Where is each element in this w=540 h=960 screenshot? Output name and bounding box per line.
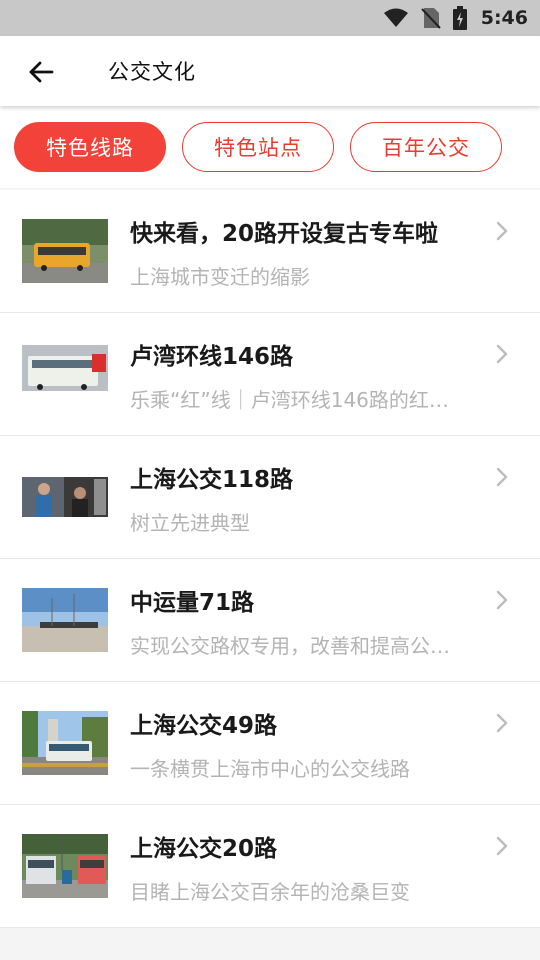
item-title: 上海公交49路 [130, 713, 278, 739]
item-title: 快来看，20路开设复古专车啦 [130, 221, 439, 247]
thumbnail-image [22, 342, 108, 406]
chevron-right-icon [494, 343, 510, 365]
no-sim-icon [421, 7, 441, 29]
status-bar: 5:46 [0, 0, 540, 36]
arrow-left-icon [29, 61, 54, 83]
tab-featured-stations[interactable]: 特色站点 [182, 122, 334, 172]
chevron-right-icon [494, 589, 510, 611]
item-title: 上海公交20路 [130, 836, 278, 862]
thumbnail-image [22, 465, 108, 529]
thumbnail-image [22, 834, 108, 898]
item-subtitle: 目睹上海公交百余年的沧桑巨变 [130, 880, 410, 904]
status-time: 5:46 [480, 7, 528, 29]
chevron-right-icon [494, 712, 510, 734]
battery-charging-icon [452, 6, 467, 30]
thumbnail-image [22, 711, 108, 775]
page-title: 公交文化 [108, 60, 196, 84]
item-title: 卢湾环线146路 [130, 344, 294, 370]
category-tabs: 特色线路 特色站点 百年公交 [0, 106, 540, 188]
list-item[interactable]: 卢湾环线146路 乐乘“红”线｜卢湾环线146路的红… [0, 313, 540, 436]
app-bar: 公交文化 [0, 36, 540, 106]
item-subtitle: 一条横贯上海市中心的公交线路 [130, 757, 410, 781]
list-item[interactable]: 上海公交118路 树立先进典型 [0, 436, 540, 559]
thumbnail-image [22, 588, 108, 652]
list-item[interactable]: 快来看，20路开设复古专车啦 上海城市变迁的缩影 [0, 190, 540, 313]
chevron-right-icon [494, 220, 510, 242]
chevron-right-icon [494, 466, 510, 488]
tab-century-transit[interactable]: 百年公交 [350, 122, 502, 172]
list-item[interactable]: 上海公交49路 一条横贯上海市中心的公交线路 [0, 682, 540, 805]
item-subtitle: 上海城市变迁的缩影 [130, 265, 310, 289]
back-button[interactable] [22, 53, 60, 91]
item-title: 上海公交118路 [130, 467, 294, 493]
item-title: 中运量71路 [130, 590, 255, 616]
chevron-right-icon [494, 835, 510, 857]
list-item[interactable]: 上海公交20路 目睹上海公交百余年的沧桑巨变 [0, 805, 540, 928]
item-subtitle: 乐乘“红”线｜卢湾环线146路的红… [130, 388, 449, 412]
thumbnail-image [22, 219, 108, 283]
article-list: 快来看，20路开设复古专车啦 上海城市变迁的缩影 卢湾环线146路 乐乘“红”线… [0, 190, 540, 928]
list-item[interactable]: 中运量71路 实现公交路权专用，改善和提高公… [0, 559, 540, 682]
wifi-icon [383, 8, 409, 28]
item-subtitle: 树立先进典型 [130, 511, 250, 535]
item-subtitle: 实现公交路权专用，改善和提高公… [130, 634, 450, 658]
tab-featured-routes[interactable]: 特色线路 [14, 122, 166, 172]
